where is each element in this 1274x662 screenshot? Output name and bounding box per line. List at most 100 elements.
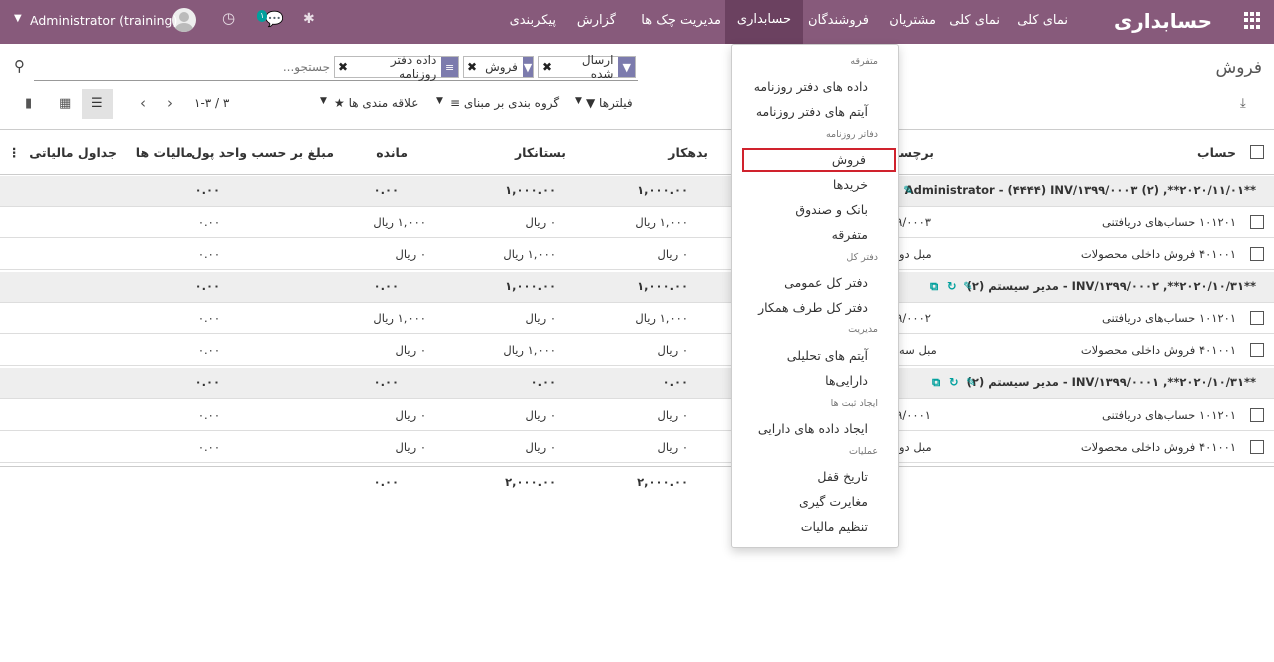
table-row[interactable]: ۱۰۱۲۰۱ حساب‌های دریافتنی ۹۹/۰۰۰۳ ۱,۰۰۰ ر… [0, 207, 1274, 238]
menu-item-journal-entries[interactable]: داده های دفتر روزنامه [754, 79, 868, 94]
download-icon[interactable]: ⤓ [1240, 96, 1246, 111]
facet-journal-entry[interactable]: ≡ داده دفتر روزنامه ✖ [334, 53, 459, 81]
favorites-label: علاقه مندی ها [348, 96, 419, 110]
facet-sales[interactable]: ▼ فروش ✖ [463, 56, 534, 78]
menu-header-actions: عملیات [848, 446, 878, 457]
edit-icon[interactable]: ✎ [963, 279, 973, 293]
menu-item-partner-ledger[interactable]: دفتر کل طرف همکار [758, 300, 868, 315]
row-checkbox[interactable] [1250, 311, 1264, 325]
apps-menu-icon[interactable] [1244, 12, 1261, 29]
copy-icon[interactable]: ⧉ [930, 279, 938, 294]
group-credit: ۰.۰۰ [530, 375, 556, 389]
search-icon[interactable]: ⚲ [14, 57, 25, 75]
caret-down-icon[interactable]: ▼ [436, 96, 443, 106]
favorites-button[interactable]: ★ علاقه مندی ها [334, 96, 418, 110]
caret-down-icon[interactable]: ▼ [575, 96, 582, 106]
menu-item-purchases[interactable]: خریدها [833, 177, 868, 192]
menu-item-tax-adjustments[interactable]: تنظیم مالیات [801, 519, 868, 534]
row-account: ۴۰۱۰۰۱ فروش داخلی محصولات [1080, 343, 1236, 357]
search-input[interactable] [250, 60, 330, 74]
group-credit: ۱,۰۰۰.۰۰ [505, 279, 556, 293]
menu-header-misc: متفرقه [850, 56, 878, 67]
facet-posted[interactable]: ▼ ارسال شده ✖ [538, 53, 636, 81]
menu-configuration[interactable]: پیکربندی [510, 13, 556, 28]
chat-count-badge: ۱ [257, 10, 268, 22]
row-credit: ۱,۰۰۰ ریال [503, 343, 556, 357]
row-debit: ۰ ریال [657, 343, 688, 357]
row-checkbox[interactable] [1250, 408, 1264, 422]
column-options-icon[interactable]: ⋮ [8, 145, 21, 160]
remove-facet-icon[interactable]: ✖ [464, 60, 480, 74]
table-row[interactable]: ۴۰۱۰۰۱ فروش داخلی محصولات مبل دو ۰ ریال … [0, 239, 1274, 270]
caret-down-icon[interactable]: ▼ [14, 13, 22, 24]
menu-header-journals: دفاتر روزنامه [825, 129, 878, 140]
column-account[interactable]: حساب [1197, 145, 1236, 160]
row-tax: ۰.۰۰ [197, 408, 220, 422]
remove-facet-icon[interactable]: ✖ [539, 60, 555, 74]
row-checkbox[interactable] [1250, 440, 1264, 454]
row-label: مبل دو [899, 247, 932, 261]
menu-overview-2[interactable]: نمای کلی [949, 13, 1000, 28]
caret-down-icon[interactable]: ▼ [320, 96, 327, 106]
edit-icon[interactable]: ✎ [903, 183, 913, 197]
bug-icon[interactable]: ✱ [303, 11, 315, 27]
row-balance: ۱,۰۰۰ ریال [373, 311, 426, 325]
menu-item-generate-asset-entries[interactable]: ایجاد داده های دارایی [758, 421, 868, 436]
pager-value: ۱-۳ / ۳ [194, 96, 230, 110]
row-checkbox[interactable] [1250, 215, 1264, 229]
menu-header-management: مدیریت [848, 324, 878, 335]
edit-icon[interactable]: ✎ [966, 375, 976, 389]
menu-reporting[interactable]: گزارش [577, 13, 616, 28]
breadcrumb: فروش [1215, 58, 1262, 78]
row-checkbox[interactable] [1250, 343, 1264, 357]
row-credit: ۱,۰۰۰ ریال [503, 247, 556, 261]
groupby-button[interactable]: ≡ گروه بندی بر مبنای [450, 96, 559, 110]
menu-item-bank-cash[interactable]: بانک و صندوق [795, 202, 868, 217]
next-page-icon[interactable]: › [167, 94, 173, 112]
prev-page-icon[interactable]: ‹ [140, 94, 146, 112]
menu-item-analytic-items[interactable]: آیتم های تحلیلی [787, 348, 868, 363]
remove-facet-icon[interactable]: ✖ [335, 60, 351, 74]
refresh-icon[interactable]: ↻ [949, 375, 959, 389]
menu-item-lock-dates[interactable]: تاریخ قفل [817, 469, 868, 484]
refresh-icon[interactable]: ↻ [947, 279, 957, 293]
group-balance: ۰.۰۰ [373, 375, 399, 389]
menu-overview-1[interactable]: نمای کلی [1017, 13, 1068, 28]
copy-icon[interactable]: ⧉ [932, 375, 940, 390]
table-row[interactable]: ۴۰۱۰۰۱ فروش داخلی محصولات مبل سه ۰ ریال … [0, 335, 1274, 366]
row-checkbox[interactable] [1250, 247, 1264, 261]
menu-item-misc[interactable]: متفرقه [832, 227, 868, 242]
select-all-checkbox[interactable] [1250, 145, 1264, 159]
menu-check-management[interactable]: مدیریت چک ها [641, 13, 721, 28]
column-taxes[interactable]: مالیات ها [136, 145, 193, 160]
clock-icon[interactable]: ◷ [222, 9, 235, 27]
column-tax-grids[interactable]: جداول مالیاتی [29, 145, 117, 160]
column-balance[interactable]: مانده [376, 145, 408, 160]
user-name[interactable]: Administrator (training) [30, 13, 177, 28]
pivot-view-icon[interactable]: ▦ [59, 96, 71, 111]
graph-view-icon[interactable]: ▮ [25, 96, 32, 111]
table-row[interactable]: ۱۰۱۲۰۱ حساب‌های دریافتنی ۹۹/۰۰۰۱ ۰ ریال … [0, 400, 1274, 431]
menu-item-journal-items[interactable]: آیتم های دفتر روزنامه [756, 104, 868, 119]
chat-icon[interactable]: 💬 [265, 10, 284, 28]
group-row[interactable]: **۲۰۲۰/۱۰/۳۱**, INV/۱۳۹۹/۰۰۰۲ - مدیر سیس… [0, 271, 1274, 303]
menu-vendors[interactable]: فروشندگان [808, 13, 869, 28]
column-credit[interactable]: بستانکار [515, 145, 566, 160]
table-row[interactable]: ۴۰۱۰۰۱ فروش داخلی محصولات مبل دو ۰ ریال … [0, 432, 1274, 463]
group-debit: ۱,۰۰۰.۰۰ [637, 183, 688, 197]
menu-item-general-ledger[interactable]: دفتر کل عمومی [784, 275, 868, 290]
column-amount-currency[interactable]: مبلغ بر حسب واحد پول [191, 145, 334, 160]
menu-item-reconciliation[interactable]: مغایرت گیری [799, 494, 868, 509]
total-debit: ۲,۰۰۰.۰۰ [637, 475, 688, 489]
table-row[interactable]: ۱۰۱۲۰۱ حساب‌های دریافتنی ۹۹/۰۰۰۲ ۱,۰۰۰ ر… [0, 303, 1274, 334]
row-credit: ۰ ریال [525, 215, 556, 229]
group-tax: ۰.۰۰ [194, 279, 220, 293]
group-row[interactable]: **۲۰۲۰/۱۰/۳۱**, INV/۱۳۹۹/۰۰۰۱ - مدیر سیس… [0, 367, 1274, 399]
menu-customers[interactable]: مشتریان [889, 13, 936, 28]
menu-item-sales[interactable]: فروش [832, 152, 866, 167]
menu-accounting[interactable]: حسابداری [724, 0, 803, 44]
column-debit[interactable]: بدهکار [668, 145, 708, 160]
filters-button[interactable]: ▼ فیلترها [586, 96, 633, 110]
menu-item-assets[interactable]: دارایی‌ها [825, 373, 868, 388]
group-row[interactable]: **۲۰۲۰/۱۱/۰۱**, (۲) Administrator - (۴۴۴… [0, 175, 1274, 207]
